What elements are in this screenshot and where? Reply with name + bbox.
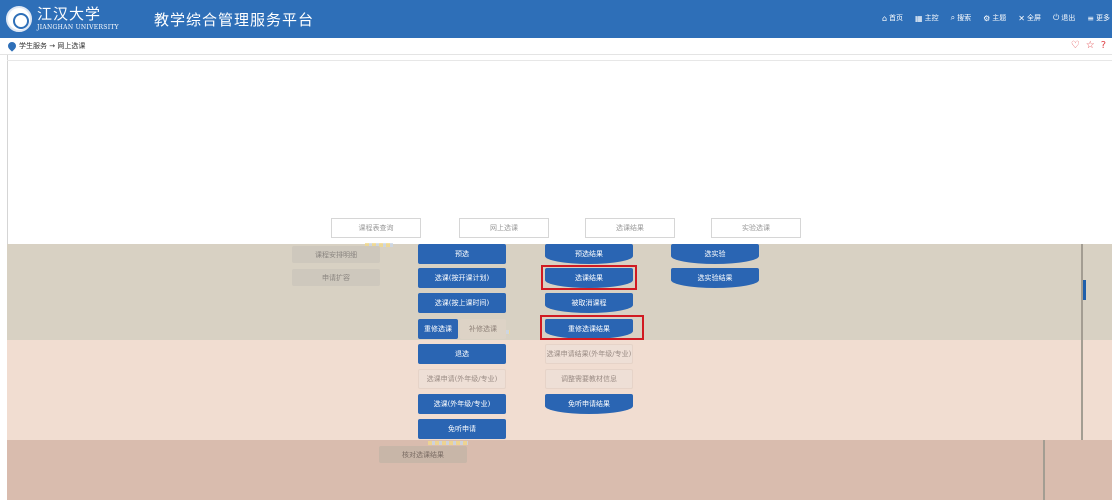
makeup-selection-button[interactable]: 补修选课 <box>460 319 506 339</box>
course-arrangement-details-button[interactable]: 课程安排明细 <box>292 246 380 263</box>
nav-theme[interactable]: ⚙ 主题 <box>983 13 1006 23</box>
nav-home[interactable]: ⌂ 首页 <box>882 13 903 23</box>
retake-selection-button[interactable]: 重修选课 <box>418 319 458 339</box>
home-icon: ⌂ <box>881 13 888 23</box>
logo-chinese-name: 江汉大学 <box>37 5 102 23</box>
nav-home-label: 首页 <box>889 14 904 22</box>
background-band-bottom <box>7 440 1112 500</box>
highlight-retake-results <box>540 315 644 340</box>
cancelled-courses-button[interactable]: 被取消课程 <box>545 293 633 313</box>
select-lab-button[interactable]: 选实验 <box>671 244 759 264</box>
university-emblem-icon <box>6 6 32 32</box>
tab-online-course-selection[interactable]: 网上选课 <box>459 218 549 238</box>
heart-icon[interactable]: ♡ <box>1071 40 1080 52</box>
more-icon: ≡ <box>1087 13 1094 23</box>
nav-search[interactable]: ⌕ 搜索 <box>951 13 971 23</box>
nav-more[interactable]: ≡ 更多 <box>1087 13 1110 23</box>
nav-search-label: 搜索 <box>957 14 972 22</box>
nav-dashboard-label: 主控 <box>924 14 939 22</box>
exempt-application-results-button[interactable]: 免听申请结果 <box>545 394 633 414</box>
exempt-attendance-application-button[interactable]: 免听申请 <box>418 419 506 439</box>
textbook-info-button[interactable]: 调整需要教材信息 <box>545 369 633 389</box>
cross-major-application-button[interactable]: 选课申请(外年级/专业) <box>418 369 506 389</box>
star-icon[interactable]: ☆ <box>1086 40 1095 52</box>
right-divider-line <box>1043 440 1045 500</box>
lab-results-button[interactable]: 选实验结果 <box>671 268 759 288</box>
logo-english-name: JIANGHAN UNIVERSITY <box>37 24 119 31</box>
breadcrumb-text: 学生服务 → 网上选课 <box>19 42 86 50</box>
fullscreen-icon: ✕ <box>1018 13 1025 23</box>
right-scrollbar-track <box>1081 244 1083 440</box>
platform-title: 教学综合管理服务平台 <box>154 11 315 29</box>
tab-timetable-query[interactable]: 课程表查询 <box>331 218 421 238</box>
scrollbar-thumb[interactable] <box>1083 280 1086 300</box>
help-icon[interactable]: ? <box>1101 40 1106 52</box>
logo-text: 江汉大学 JIANGHAN UNIVERSITY <box>37 7 119 31</box>
preselect-results-button[interactable]: 预选结果 <box>545 244 633 264</box>
dashboard-icon: ▦ <box>915 13 923 23</box>
nav-logout-label: 退出 <box>1061 14 1076 22</box>
nav-fullscreen-label: 全屏 <box>1026 14 1041 22</box>
breadcrumb: 学生服务 → 网上选课 <box>6 40 86 52</box>
university-logo[interactable]: 江汉大学 JIANGHAN UNIVERSITY <box>6 4 141 34</box>
withdraw-button[interactable]: 退选 <box>418 344 506 364</box>
highlight-selection-results <box>541 265 637 290</box>
render-artifact <box>428 441 468 445</box>
top-nav-menu: ⌂ 首页 ▦ 主控 ⌕ 搜索 ⚙ 主题 ✕ 全屏 ⏻ 退出 ≡ 更多 <box>882 13 1112 23</box>
tab-selection-results[interactable]: 选课结果 <box>585 218 675 238</box>
breadcrumb-bar: 学生服务 → 网上选课 ♡ ☆ ? <box>0 38 1112 55</box>
theme-icon: ⚙ <box>983 13 991 23</box>
cross-major-application-results-button[interactable]: 选课申请结果(外年级/专业) <box>545 344 633 364</box>
nav-dashboard[interactable]: ▦ 主控 <box>915 13 939 23</box>
top-navigation-bar: 江汉大学 JIANGHAN UNIVERSITY 教学综合管理服务平台 ⌂ 首页… <box>0 0 1112 38</box>
select-by-time-button[interactable]: 选课(按上课时间) <box>418 293 506 313</box>
cross-major-selection-button[interactable]: 选课(外年级/专业) <box>418 394 506 414</box>
search-icon: ⌕ <box>950 13 956 22</box>
verify-selection-results-button[interactable]: 核对选课结果 <box>379 446 467 463</box>
content-frame <box>7 55 1112 245</box>
logout-icon: ⏻ <box>1052 13 1060 22</box>
nav-more-label: 更多 <box>1096 14 1110 22</box>
select-by-plan-button[interactable]: 选课(按开课计划) <box>418 268 506 288</box>
nav-theme-label: 主题 <box>992 14 1007 22</box>
divider <box>7 60 1112 61</box>
nav-fullscreen[interactable]: ✕ 全屏 <box>1018 13 1041 23</box>
breadcrumb-tools: ♡ ☆ ? <box>1071 40 1106 52</box>
nav-logout[interactable]: ⏻ 退出 <box>1053 13 1075 23</box>
tab-lab-selection[interactable]: 实验选课 <box>711 218 801 238</box>
preselect-button[interactable]: 预选 <box>418 244 506 264</box>
location-pin-icon <box>6 40 18 52</box>
apply-expansion-button[interactable]: 申请扩容 <box>292 269 380 286</box>
